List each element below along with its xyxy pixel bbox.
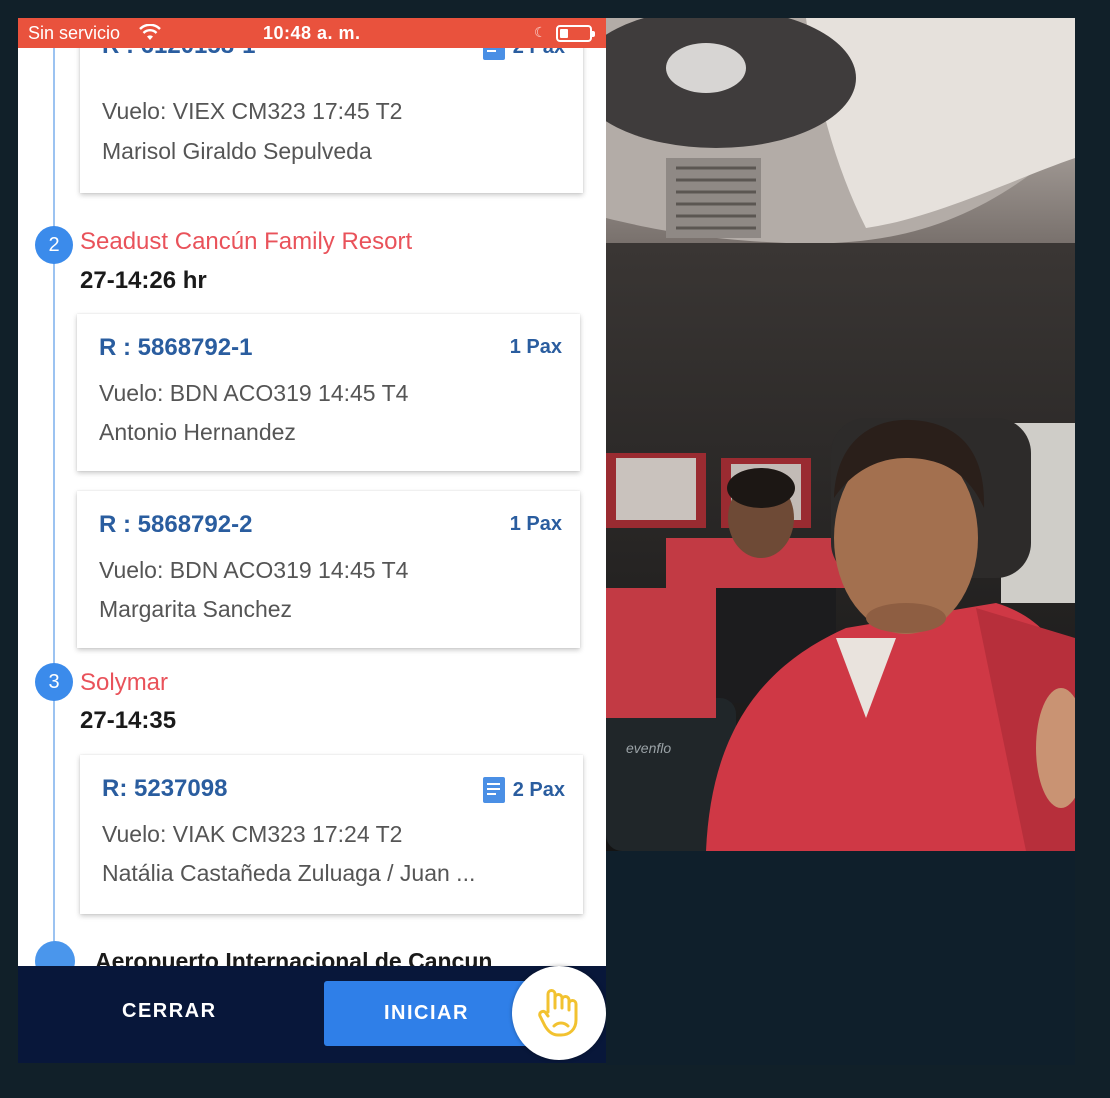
pax-label: 1 Pax: [509, 513, 562, 535]
route-timeline[interactable]: R : 6120158-1 2 Pax Vuelo: VIEX CM323 17…: [18, 48, 606, 966]
timeline-line: [53, 48, 55, 966]
action-bar: CERRAR INICIAR: [18, 966, 606, 1063]
wifi-icon: [139, 24, 161, 40]
destination-marker: [35, 941, 75, 966]
destination-name: Aeropuerto Internacional de Cancun: [95, 948, 493, 966]
gesture-button[interactable]: [512, 966, 606, 1060]
stop-time: 27-14:35: [80, 707, 177, 734]
carrier-label: Sin servicio: [28, 23, 121, 43]
passenger-names: Marisol Giraldo Sepulveda: [102, 138, 372, 164]
pax-count: 1 Pax: [510, 513, 562, 536]
note-icon[interactable]: [482, 48, 505, 60]
reservation-number: R: 5237098: [102, 775, 228, 802]
flight-info: Vuelo: VIEX CM323 17:45 T2: [102, 98, 403, 124]
seat-logo: evenflo: [626, 740, 671, 756]
pax-count: 2 Pax: [482, 48, 565, 60]
reservation-card[interactable]: R : 6120158-1 2 Pax Vuelo: VIEX CM323 17…: [80, 48, 583, 193]
status-bar: Sin servicio 10:48 a. m. ☾: [18, 18, 606, 48]
passenger-names: Margarita Sanchez: [99, 596, 293, 622]
driver-app-screen: Sin servicio 10:48 a. m. ☾ R : 6120158-1…: [18, 18, 606, 1063]
reservation-card[interactable]: R : 5868792-1 1 Pax Vuelo: BDN ACO319 14…: [77, 314, 580, 471]
video-background: [606, 851, 1075, 1065]
passenger-names: Antonio Hernandez: [99, 419, 296, 445]
reservation-card[interactable]: R : 5868792-2 1 Pax Vuelo: BDN ACO319 14…: [77, 491, 580, 648]
stop-marker: 2: [35, 226, 73, 264]
reservation-number: R : 6120158-1: [102, 48, 255, 60]
stop-marker: 3: [35, 663, 73, 701]
pax-count: 2 Pax: [482, 777, 565, 803]
reservation-card[interactable]: R: 5237098 2 Pax Vuelo: VIAK CM323 17:24…: [80, 755, 583, 914]
reservation-number: R : 5868792-2: [99, 511, 253, 538]
stop-name: Seadust Cancún Family Resort: [80, 228, 413, 255]
camera-frame: evenflo: [606, 18, 1075, 851]
flight-info: Vuelo: VIAK CM323 17:24 T2: [102, 821, 403, 847]
stop-name: Solymar: [80, 669, 169, 696]
hand-gesture-icon: [538, 989, 578, 1037]
moon-icon: ☾: [534, 24, 547, 40]
battery-icon: [556, 25, 595, 42]
flight-info: Vuelo: BDN ACO319 14:45 T4: [99, 557, 409, 583]
driver-camera-feed: evenflo: [606, 18, 1075, 851]
stop-time: 27-14:26 hr: [80, 267, 207, 294]
clock: 10:48 a. m.: [263, 23, 361, 43]
pax-label: 1 Pax: [509, 336, 562, 358]
pax-label: 2 Pax: [512, 778, 565, 801]
pax-count: 1 Pax: [510, 336, 562, 359]
reservation-number: R : 5868792-1: [99, 334, 253, 361]
flight-info: Vuelo: BDN ACO319 14:45 T4: [99, 380, 409, 406]
note-icon[interactable]: [482, 777, 505, 803]
pax-label: 2 Pax: [513, 48, 565, 59]
close-button[interactable]: CERRAR: [122, 1000, 217, 1023]
passenger-names: Natália Castañeda Zuluaga / Juan ...: [102, 860, 476, 886]
